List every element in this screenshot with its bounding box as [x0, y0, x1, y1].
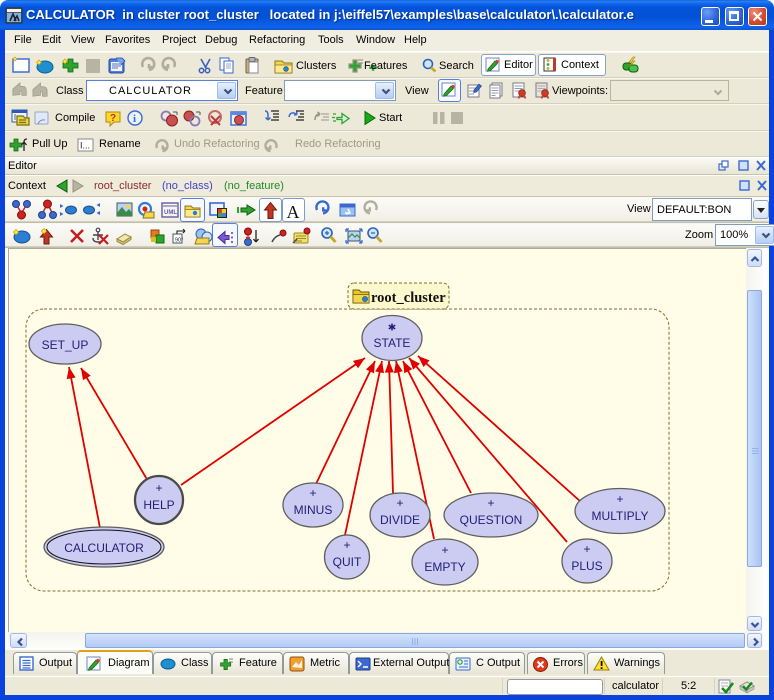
svg-text:90°: 90° [175, 238, 183, 244]
svg-text:A: A [287, 202, 300, 222]
svg-text:STATE: STATE [374, 336, 411, 350]
svg-text:+: + [487, 496, 494, 510]
svg-text:DIVIDE: DIVIDE [380, 513, 420, 527]
svg-text:+: + [155, 481, 162, 495]
svg-text:QUESTION: QUESTION [460, 513, 523, 527]
svg-text:I...: I... [80, 141, 90, 151]
svg-text:EMPTY: EMPTY [424, 560, 465, 574]
svg-text:UML: UML [164, 210, 177, 216]
svg-text:+: + [616, 492, 623, 506]
svg-text:root_cluster: root_cluster [371, 290, 446, 306]
svg-text:HELP: HELP [143, 498, 174, 512]
svg-text:SET_UP: SET_UP [42, 338, 89, 352]
svg-text:+: + [309, 486, 316, 500]
svg-text:+: + [583, 542, 590, 556]
svg-text:MULTIPLY: MULTIPLY [592, 509, 649, 523]
svg-text:i: i [133, 113, 136, 125]
svg-text:PLUS: PLUS [571, 559, 602, 573]
svg-text:+: + [396, 496, 403, 510]
svg-text:MINUS: MINUS [294, 503, 333, 517]
svg-text:+: + [343, 538, 350, 552]
svg-text:QUIT: QUIT [333, 555, 362, 569]
svg-text:+: + [441, 543, 448, 557]
svg-text:CALCULATOR: CALCULATOR [64, 541, 144, 555]
svg-text:?: ? [110, 113, 116, 124]
